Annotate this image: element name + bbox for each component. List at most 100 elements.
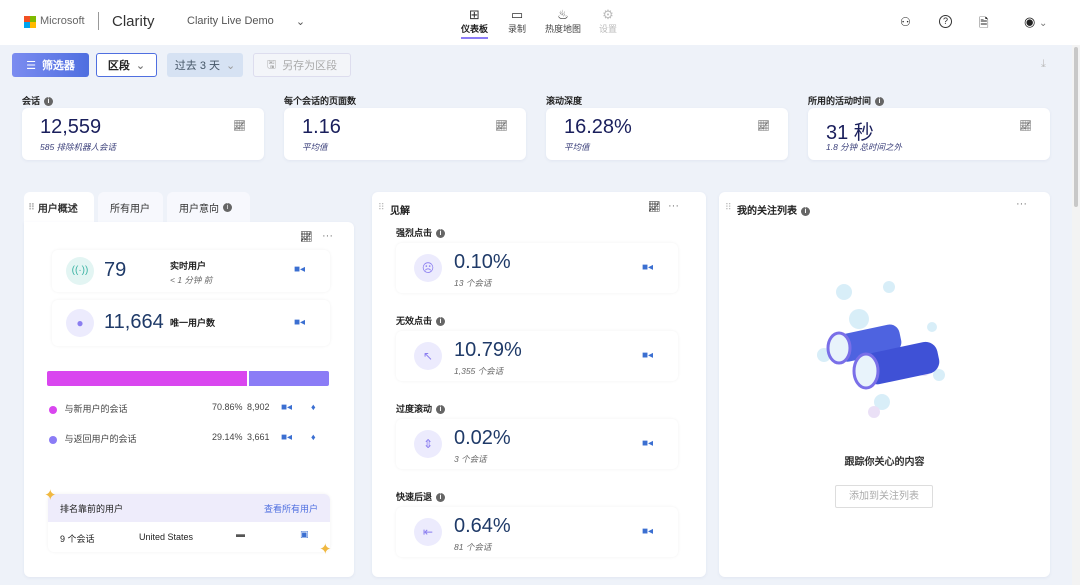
- trend-chart-icon[interactable]: 📈︎: [1019, 121, 1032, 132]
- live-users-time: < 1 分钟 前: [170, 275, 213, 285]
- legend-label: 与返回用户的会话: [64, 434, 137, 444]
- user-icon: ●: [66, 309, 94, 337]
- nav-label: 热度地图: [545, 24, 582, 34]
- video-icon: ▭: [510, 7, 524, 22]
- metric-value: 16.28%: [564, 116, 632, 138]
- info-icon: i: [801, 206, 810, 216]
- panel-title: 我的关注列表 i: [737, 202, 810, 217]
- more-options-icon[interactable]: ···: [668, 200, 679, 212]
- insight-sessions: 3 个会话: [454, 454, 487, 464]
- top-user-row[interactable]: 9 个会话 United States ▬ ▣: [48, 522, 330, 552]
- scrollbar-thumb[interactable]: [1074, 47, 1078, 207]
- info-icon: i: [44, 97, 54, 107]
- gear-icon: ⚙: [602, 7, 614, 22]
- more-options-icon[interactable]: ···: [1016, 198, 1027, 210]
- view-all-users-link[interactable]: 查看所有用户: [264, 502, 318, 515]
- heatmap-flame-icon[interactable]: ♦: [311, 432, 316, 442]
- trend-chart-icon[interactable]: 📈︎: [300, 232, 313, 243]
- tab-all-users[interactable]: 所有用户: [98, 192, 163, 222]
- tab-user-overview[interactable]: ⠿ 用户概述: [24, 192, 94, 222]
- chevron-down-icon: ⌄: [226, 59, 236, 72]
- info-icon: i: [436, 493, 446, 503]
- insight-label: 无效点击 i: [396, 314, 446, 327]
- legend-pct: 29.14%: [212, 432, 243, 442]
- user-card-icon[interactable]: ▣: [300, 529, 309, 540]
- insight-card[interactable]: ⇤ 0.64% 81 个会话 ■◂: [396, 507, 678, 557]
- drag-handle-icon[interactable]: ⠿: [378, 202, 385, 213]
- nav-label: 录制: [508, 24, 527, 34]
- download-icon[interactable]: ⤓: [1041, 58, 1046, 71]
- unique-users-value: 11,664: [104, 311, 164, 333]
- dashboard-icon: ⊞: [469, 7, 480, 22]
- trend-chart-icon[interactable]: 📈︎: [495, 121, 508, 132]
- legend-label: 与新用户的会话: [64, 404, 128, 414]
- feedback-icon[interactable]: ⚇: [900, 15, 911, 29]
- sparkle-icon: ✦: [319, 541, 332, 558]
- insight-sessions: 13 个会话: [454, 278, 492, 288]
- insight-type-icon: ⇕: [414, 430, 442, 458]
- insight-label: 过度滚动 i: [396, 402, 446, 415]
- legend-pct: 70.86%: [212, 402, 243, 412]
- video-icon[interactable]: ■◂: [281, 432, 292, 443]
- heatmap-flame-icon[interactable]: ♦: [311, 402, 316, 412]
- segment-dropdown[interactable]: 区段 ⌄: [96, 53, 157, 77]
- scrollbar[interactable]: [1072, 45, 1080, 585]
- video-icon[interactable]: ■◂: [642, 262, 653, 273]
- help-icon[interactable]: ?: [939, 15, 952, 28]
- insight-type-icon: ⇤: [414, 518, 442, 546]
- divider: [98, 12, 99, 30]
- insight-card[interactable]: ↖ 10.79% 1,355 个会话 ■◂: [396, 331, 678, 381]
- trend-chart-icon[interactable]: 📈︎: [648, 202, 661, 213]
- insight-sessions: 1,355 个会话: [454, 366, 504, 376]
- metric-sub: 585 排除机器人会话: [40, 142, 117, 152]
- flame-icon: ♨: [557, 7, 569, 22]
- legend-dot: [49, 405, 57, 414]
- video-icon[interactable]: ■◂: [642, 526, 653, 537]
- nav-label: 仪表板: [461, 24, 489, 34]
- video-icon[interactable]: ■◂: [642, 438, 653, 449]
- video-icon[interactable]: ■◂: [281, 402, 292, 413]
- legend-dot: [49, 435, 57, 444]
- trend-chart-icon[interactable]: 📈︎: [233, 121, 246, 132]
- legend-count: 8,902: [247, 402, 270, 412]
- nav-recordings[interactable]: ▭ 录制: [508, 8, 526, 35]
- info-icon: i: [436, 229, 446, 239]
- project-selector[interactable]: Clarity Live Demo ⌄: [187, 15, 305, 28]
- metric-card-pages: 1.16 平均值 📈︎: [284, 108, 526, 160]
- bar-returning-users: [248, 371, 329, 386]
- video-icon[interactable]: ■◂: [642, 350, 653, 361]
- more-options-icon[interactable]: ···: [322, 230, 333, 242]
- unique-users-card: ● 11,664 唯一用户数 ■◂: [52, 300, 330, 346]
- save-segment-button[interactable]: 🖫 另存为区段: [253, 53, 351, 77]
- insight-value: 10.79%: [454, 339, 522, 361]
- document-icon[interactable]: 🗎: [979, 14, 989, 35]
- filter-icon: ☰: [26, 59, 36, 72]
- nav-settings[interactable]: ⚙ 设置: [599, 8, 617, 35]
- drag-handle-icon[interactable]: ⠿: [28, 202, 35, 213]
- video-icon[interactable]: ■◂: [294, 317, 305, 328]
- video-icon[interactable]: ■◂: [294, 264, 305, 275]
- tab-label: 所有用户: [110, 203, 150, 215]
- insight-card[interactable]: ☹ 0.10% 13 个会话 ■◂: [396, 243, 678, 293]
- date-range-dropdown[interactable]: 过去 3 天 ⌄: [167, 53, 243, 77]
- chevron-down-icon: ⌄: [295, 16, 306, 28]
- segment-label: 区段: [107, 60, 130, 72]
- drag-handle-icon[interactable]: ⠿: [725, 202, 732, 213]
- metric-sub: 平均值: [564, 142, 590, 152]
- tab-user-intent[interactable]: 用户意向 i: [167, 192, 250, 222]
- unique-users-label: 唯一用户数: [170, 318, 216, 328]
- metric-sub: 1.8 分钟 总时间之外: [826, 142, 903, 152]
- insight-card[interactable]: ⇕ 0.02% 3 个会话 ■◂: [396, 419, 678, 469]
- live-signal-icon: ((·)): [66, 257, 94, 285]
- add-to-watchlist-button[interactable]: 添加到关注列表: [835, 485, 933, 508]
- nav-heatmaps[interactable]: ♨ 热度地图: [545, 8, 581, 35]
- product-name[interactable]: Clarity: [112, 13, 155, 30]
- nav-dashboard[interactable]: ⊞ 仪表板: [461, 7, 489, 39]
- trend-chart-icon[interactable]: 📈︎: [757, 121, 770, 132]
- country: United States: [139, 532, 194, 542]
- legend-returning-users: 与返回用户的会话 29.14% 3,661 ■◂ ♦: [49, 432, 329, 445]
- bar-new-users: [47, 371, 247, 386]
- live-users-label: 实时用户: [170, 261, 207, 271]
- account-icon[interactable]: ◉ ⌄: [1024, 14, 1047, 30]
- filter-button[interactable]: ☰ 筛选器: [12, 53, 89, 77]
